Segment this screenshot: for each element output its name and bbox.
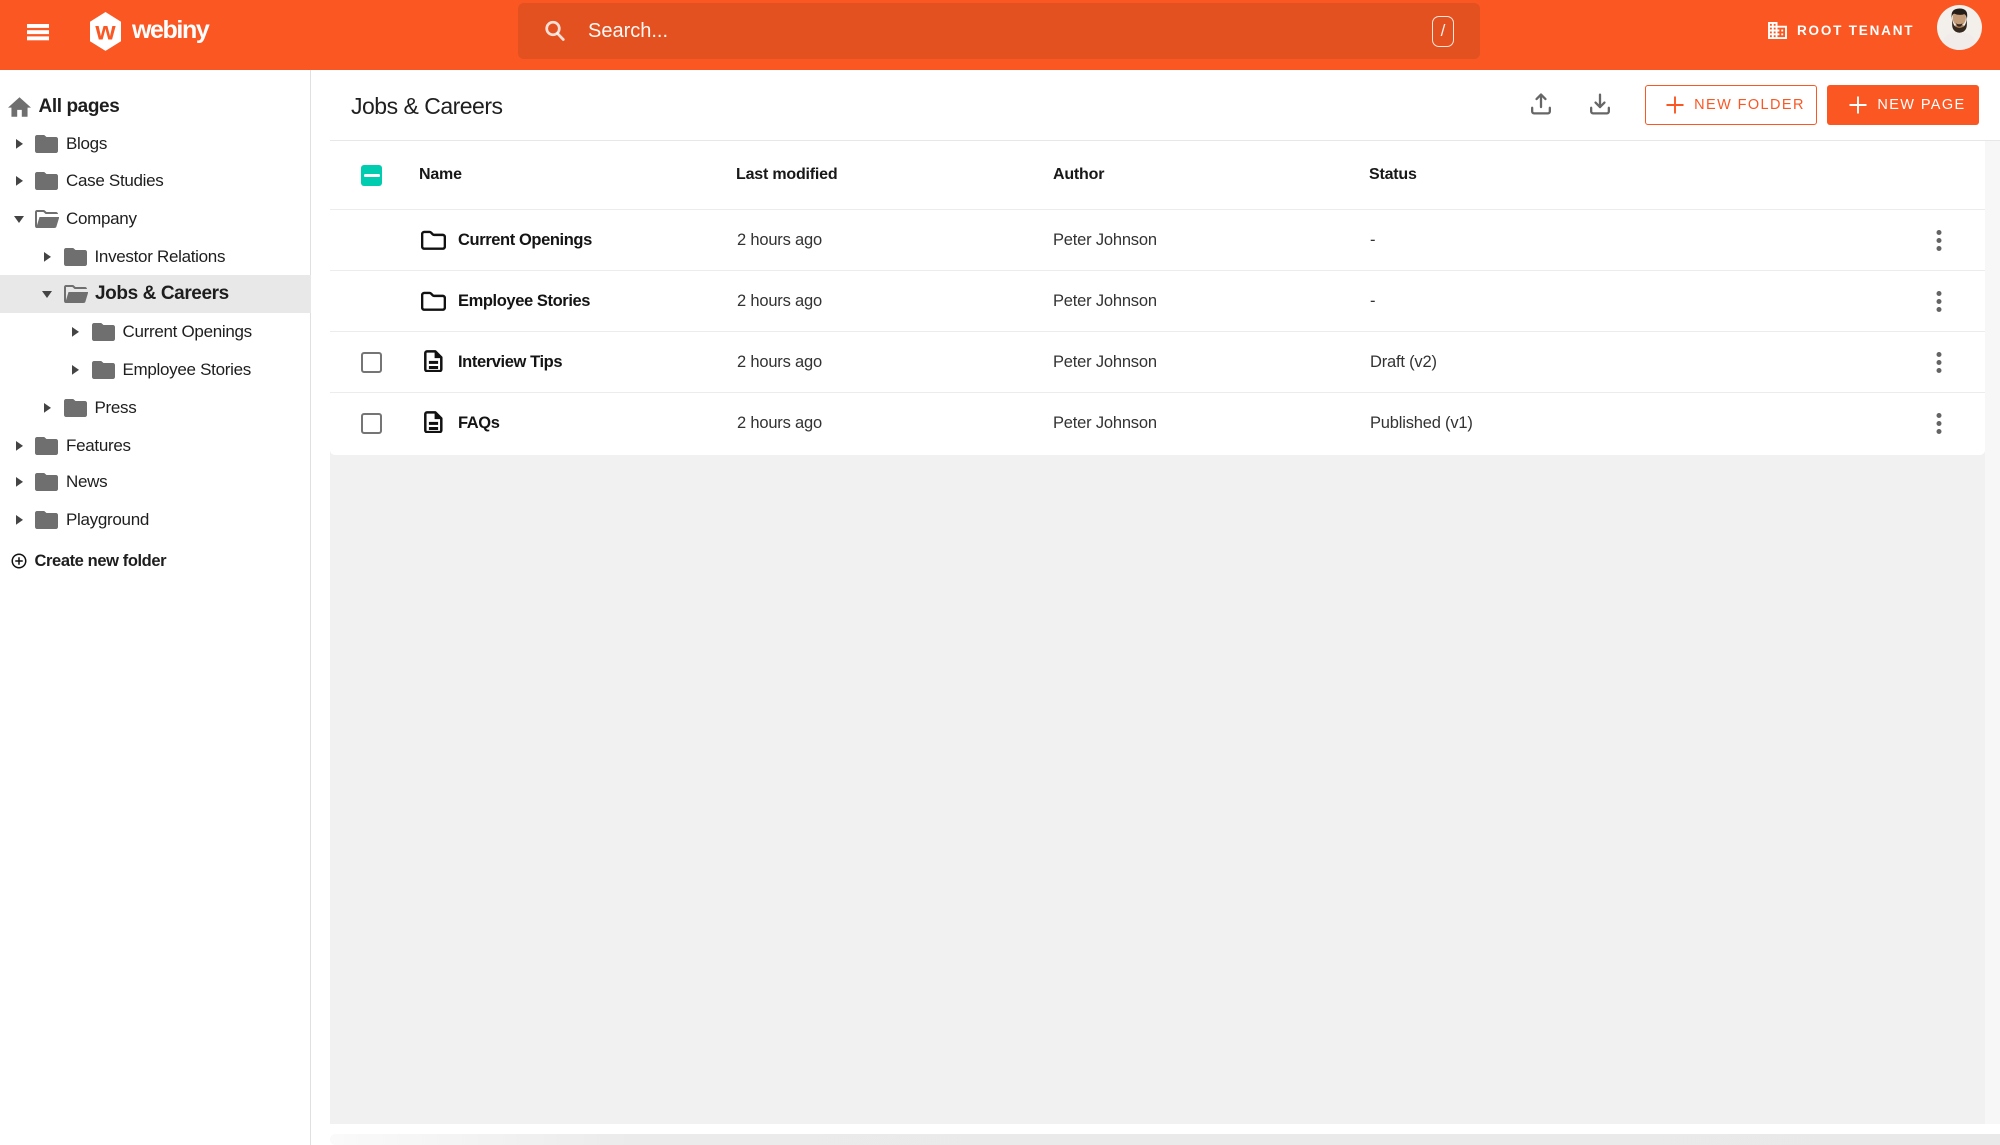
svg-text:w: w — [94, 15, 116, 45]
